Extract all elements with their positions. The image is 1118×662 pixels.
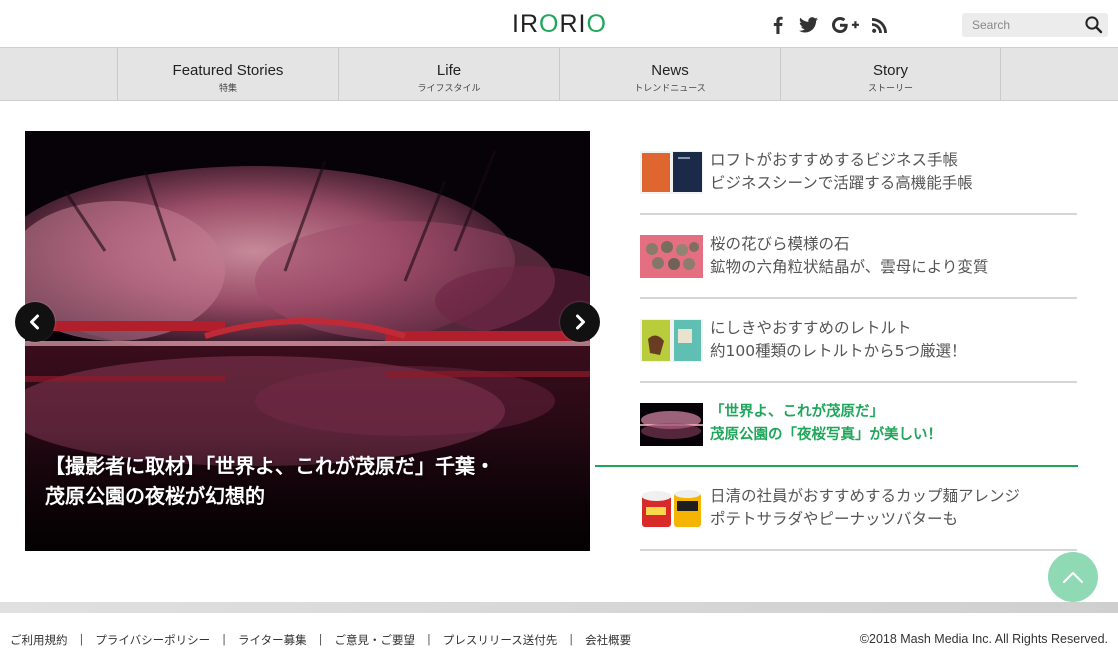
footer-separator: | [79,632,84,646]
nav-item-label: Story [872,62,908,79]
logo-text-ri: RI [559,10,587,38]
article-item[interactable]: 日清の社員がおすすめするカップ麺アレンジ ポテトサラダやピーナッツバターも [640,467,1077,551]
nav-item-label: News [651,62,689,79]
article-item[interactable]: にしきやおすすめのレトルト 約100種類のレトルトから5つ厳選！ [640,299,1077,383]
article-title: にしきやおすすめのレトルト 約100種類のレトルトから5つ厳選！ [710,319,967,360]
slider-next-button[interactable] [560,302,600,342]
chevron-right-icon [576,314,585,330]
article-thumbnail [640,151,703,194]
footer-separator: | [222,632,227,646]
google-plus-icon[interactable] [830,13,860,37]
footer-separator: | [426,632,431,646]
article-thumbnail [640,319,703,362]
footer-separator: | [569,632,574,646]
footer-link-press[interactable]: プレスリリース送付先 [443,632,557,648]
hero-title[interactable]: 【撮影者に取材】「世界よ、これが茂原だ」千葉・ 茂原公園の夜桜が幻想的 [45,451,565,511]
site-logo[interactable]: IRORIO [512,10,607,39]
search-box [962,13,1108,37]
footer-link-terms[interactable]: ご利用規約 [10,632,68,648]
article-item-active[interactable]: 「世界よ、これが茂原だ」 茂原公園の「夜桜写真」が美しい！ [595,383,1078,467]
hero-title-line1: 【撮影者に取材】「世界よ、これが茂原だ」千葉・ [45,454,495,478]
search-icon[interactable] [1084,15,1104,35]
nav-item-sublabel: ライフスタイル [417,84,481,94]
hero-slide[interactable]: 【撮影者に取材】「世界よ、これが茂原だ」千葉・ 茂原公園の夜桜が幻想的 [25,131,590,551]
footer-link-feedback[interactable]: ご意見・ご要望 [334,632,415,648]
article-thumbnail [640,403,703,446]
article-item[interactable]: ロフトがおすすめするビジネス手帳 ビジネスシーンで活躍する高機能手帳 [640,131,1077,215]
article-item[interactable]: 桜の花びら模様の石 鉱物の六角粒状結晶が、雲母により変質 [640,215,1077,299]
nav-item-story[interactable]: Story ストーリー [780,48,1001,100]
article-title: 「世界よ、これが茂原だ」 茂原公園の「夜桜写真」が美しい！ [710,404,942,443]
logo-text-o2: O [586,10,607,38]
logo-text-o: O [539,10,560,38]
site-header: IRORIO [0,0,1118,48]
main-nav: Featured Stories 特集 Life ライフスタイル News トレ… [0,48,1118,101]
footer-links: ご利用規約 | プライバシーポリシー | ライター募集 | ご意見・ご要望 | … [10,632,631,648]
article-title: 桜の花びら模様の石 鉱物の六角粒状結晶が、雲母により変質 [710,235,989,276]
article-title: 日清の社員がおすすめするカップ麺アレンジ ポテトサラダやピーナッツバターも [710,487,1021,528]
article-title: ロフトがおすすめするビジネス手帳 ビジネスシーンで活躍する高機能手帳 [710,151,973,192]
facebook-icon[interactable] [770,13,786,37]
search-input[interactable] [962,13,1080,37]
chevron-up-icon [1063,572,1083,583]
nav-item-sublabel: ストーリー [867,84,913,94]
nav-item-life[interactable]: Life ライフスタイル [338,48,559,100]
nav-item-sublabel: 特集 [218,84,237,94]
chevron-left-icon [30,314,39,330]
footer-link-privacy[interactable]: プライバシーポリシー [95,632,210,648]
footer-link-writers[interactable]: ライター募集 [238,632,307,648]
nav-item-sublabel: トレンドニュース [634,84,706,94]
back-to-top-button[interactable] [1048,552,1098,602]
nav-item-featured-stories[interactable]: Featured Stories 特集 [117,48,338,100]
rss-icon[interactable] [870,13,888,37]
article-thumbnail [640,235,703,278]
footer-link-company[interactable]: 会社概要 [585,632,631,648]
footer-divider [0,602,1118,613]
nav-item-label: Featured Stories [172,62,284,79]
nav-item-label: Life [436,62,462,79]
footer-separator: | [318,632,323,646]
copyright: ©2018 Mash Media Inc. All Rights Reserve… [859,632,1108,646]
nav-item-news[interactable]: News トレンドニュース [559,48,780,100]
hero-title-line2: 茂原公園の夜桜が幻想的 [45,484,265,508]
article-thumbnail [640,487,703,530]
logo-text-ir: IR [512,10,539,38]
slider-prev-button[interactable] [15,302,55,342]
twitter-icon[interactable] [797,13,819,37]
